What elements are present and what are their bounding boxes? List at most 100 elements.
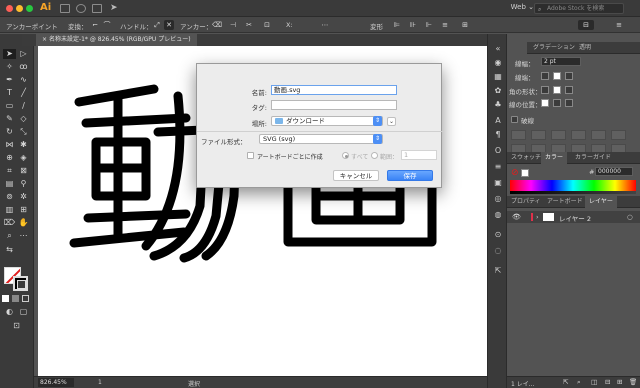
tab-stroke[interactable] (507, 42, 527, 54)
status-mode[interactable]: 選択 (188, 379, 200, 388)
gap-field[interactable] (611, 130, 626, 140)
expand-dialog-icon[interactable]: ⌄ (387, 117, 396, 126)
screen-mode-icon[interactable]: ⊡ (10, 321, 23, 331)
home-icon[interactable] (60, 4, 70, 13)
lasso-tool-icon[interactable]: ꝏ (17, 62, 30, 72)
puppet-warp-tool-icon[interactable]: ✱ (17, 140, 30, 150)
artboard-tool-icon[interactable]: ⊞ (17, 205, 30, 215)
tags-input[interactable] (271, 100, 397, 110)
rectangle-tool-icon[interactable]: ▭ (3, 101, 16, 111)
navigator-panel-icon[interactable]: ◌ (493, 246, 503, 256)
new-sublayer-icon[interactable]: ⊟ (605, 378, 610, 386)
show-handles-icon[interactable]: ⤢ (152, 20, 162, 30)
align-inside-stroke-icon[interactable] (553, 99, 561, 107)
links-panel-icon[interactable]: ⊙ (493, 230, 503, 240)
align-right-icon[interactable]: ⊩ (424, 20, 434, 30)
color-spectrum-dark[interactable] (510, 191, 636, 194)
zoom-level-field[interactable]: 826.45% (38, 378, 74, 387)
grid-icon[interactable]: ⊞ (460, 20, 470, 30)
direct-selection-tool-icon[interactable]: ▷ (17, 49, 30, 59)
magic-wand-tool-icon[interactable]: ✧ (3, 62, 16, 72)
scale-tool-icon[interactable]: ⤡ (17, 127, 30, 137)
isolate-icon[interactable]: ⊡ (262, 20, 272, 30)
tab-swatches[interactable]: スウォッチ (507, 152, 545, 164)
document-tab[interactable]: × 名称未設定-1* @ 826.45% (RGB/GPU プレビュー) (36, 34, 197, 46)
tab-color[interactable]: カラー (541, 152, 568, 164)
dash-field[interactable] (551, 130, 566, 140)
draw-inside-icon[interactable]: ▢ (17, 307, 30, 317)
zoom-tool-icon[interactable]: ⌕ (3, 231, 16, 241)
miter-join-icon[interactable] (541, 86, 549, 94)
visibility-eye-icon[interactable]: 👁 (512, 213, 521, 221)
edit-toolbar-icon[interactable]: ⋯ (17, 231, 30, 241)
send-icon[interactable]: ➤ (110, 4, 120, 13)
gap-field[interactable] (571, 130, 586, 140)
align-center-stroke-icon[interactable] (541, 99, 549, 107)
workspace-switcher[interactable]: Web ⌄ (511, 3, 534, 11)
range-input[interactable]: 1 (401, 150, 437, 160)
gap-field[interactable] (531, 130, 546, 140)
stroke-weight-field[interactable]: 2 pt (541, 57, 581, 66)
export-icon[interactable]: ⇱ (563, 378, 568, 386)
distribute-icon[interactable]: ≡ (440, 20, 450, 30)
shaper-tool-icon[interactable]: ✎ (3, 114, 16, 124)
rotate-tool-icon[interactable]: ↻ (3, 127, 16, 137)
pen-tool-icon[interactable]: ✒ (3, 75, 16, 85)
line-tool-icon[interactable]: ╱ (17, 88, 30, 98)
shape-builder-tool-icon[interactable]: ⊕ (3, 153, 16, 163)
appearance-panel-icon[interactable]: ◎ (493, 194, 503, 204)
locate-object-icon[interactable]: ⌕ (577, 378, 581, 387)
tab-gradient[interactable]: グラデーション (529, 42, 579, 54)
layer-name[interactable]: レイヤー 2 (559, 213, 591, 223)
all-radio[interactable] (342, 152, 349, 159)
align-center-icon[interactable]: ⊪ (408, 20, 418, 30)
gradient-mode-icon[interactable] (12, 295, 19, 302)
zoom-window-button[interactable] (26, 5, 33, 12)
delete-layer-icon[interactable]: 🗑 (629, 378, 637, 386)
filename-input[interactable]: 動画.svg (271, 85, 397, 95)
none-color-icon[interactable]: ⊘ (511, 168, 519, 178)
cut-path-icon[interactable]: ✂ (244, 20, 254, 30)
curvature-tool-icon[interactable]: ∿ (17, 75, 30, 85)
tab-artboards[interactable]: アートボード (543, 196, 587, 208)
gpu-preview-icon[interactable] (92, 4, 102, 13)
page-number[interactable]: 1 (98, 379, 102, 386)
stock-search-input[interactable]: ⌕ Adobe Stock を検索 (534, 3, 624, 14)
tab-transparency[interactable]: 透明 (575, 42, 595, 54)
draw-normal-icon[interactable]: ◐ (3, 307, 16, 317)
close-window-button[interactable] (6, 5, 13, 12)
tab-color-guide[interactable]: カラーガイド (571, 152, 615, 164)
gradient-panel-icon[interactable]: ▣ (493, 178, 503, 188)
export-panel-icon[interactable]: ⇱ (493, 266, 503, 276)
round-join-icon[interactable] (553, 86, 561, 94)
stroke-color-swatch[interactable] (13, 276, 28, 291)
blend-tool-icon[interactable]: ⊚ (3, 192, 16, 202)
hide-handles-icon[interactable]: ✕ (164, 20, 174, 30)
format-select[interactable]: SVG (svg) ⇕ (259, 134, 383, 144)
width-tool-icon[interactable]: ⋈ (3, 140, 16, 150)
tab-close-icon[interactable]: × (42, 36, 47, 43)
symbols-panel-icon[interactable]: ♣ (493, 100, 503, 110)
hex-field[interactable]: 000000 (595, 167, 633, 176)
live-paint-tool-icon[interactable]: ◈ (17, 153, 30, 163)
color-panel-icon[interactable]: ◉ (493, 58, 503, 68)
color-mode-icon[interactable] (2, 295, 9, 302)
fill-chip[interactable] (521, 169, 529, 177)
round-cap-icon[interactable] (553, 72, 561, 80)
type-tool-icon[interactable]: T (3, 88, 16, 98)
connect-anchor-icon[interactable]: ⊣ (228, 20, 238, 30)
slice-tool-icon[interactable]: ⌦ (3, 218, 16, 228)
butt-cap-icon[interactable] (541, 72, 549, 80)
per-artboard-checkbox[interactable] (247, 152, 254, 159)
dash-field[interactable] (591, 130, 606, 140)
symbol-sprayer-tool-icon[interactable]: ✲ (17, 192, 30, 202)
opentype-panel-icon[interactable]: O (493, 146, 503, 156)
graphic-styles-panel-icon[interactable]: ◍ (493, 210, 503, 220)
paragraph-panel-icon[interactable]: ¶ (493, 130, 503, 140)
eraser-tool-icon[interactable]: ◇ (17, 114, 30, 124)
stroke-panel-icon[interactable]: ≡ (493, 162, 503, 172)
remove-anchor-icon[interactable]: ⌫ (212, 20, 222, 30)
arrange-documents-icon[interactable] (76, 4, 86, 13)
new-layer-icon[interactable]: ⊞ (617, 378, 622, 386)
range-radio[interactable] (371, 152, 378, 159)
